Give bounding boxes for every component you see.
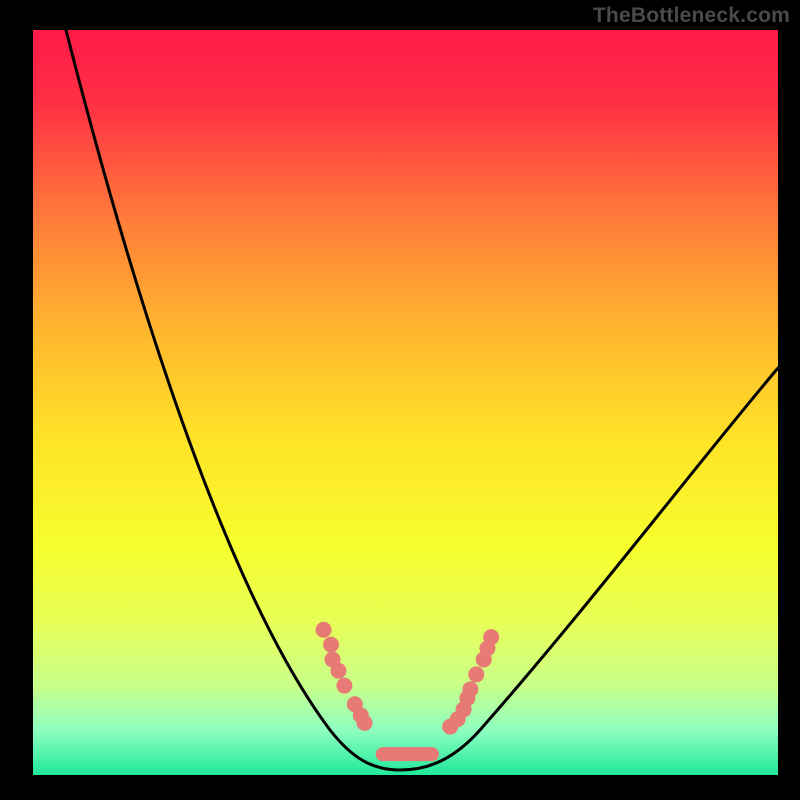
scatter-point: [330, 663, 346, 679]
watermark-text: TheBottleneck.com: [593, 4, 790, 28]
scatter-point: [336, 678, 352, 694]
scatter-point: [316, 622, 332, 638]
scatter-point: [323, 637, 339, 653]
scatter-point: [462, 681, 478, 697]
chart-frame: TheBottleneck.com: [0, 0, 800, 800]
scatter-point: [468, 666, 484, 682]
scatter-point: [483, 629, 499, 645]
scatter-point: [357, 715, 373, 731]
chart-svg: [0, 0, 800, 800]
plot-area: [33, 30, 778, 775]
bottom-flat-marker: [376, 747, 439, 761]
